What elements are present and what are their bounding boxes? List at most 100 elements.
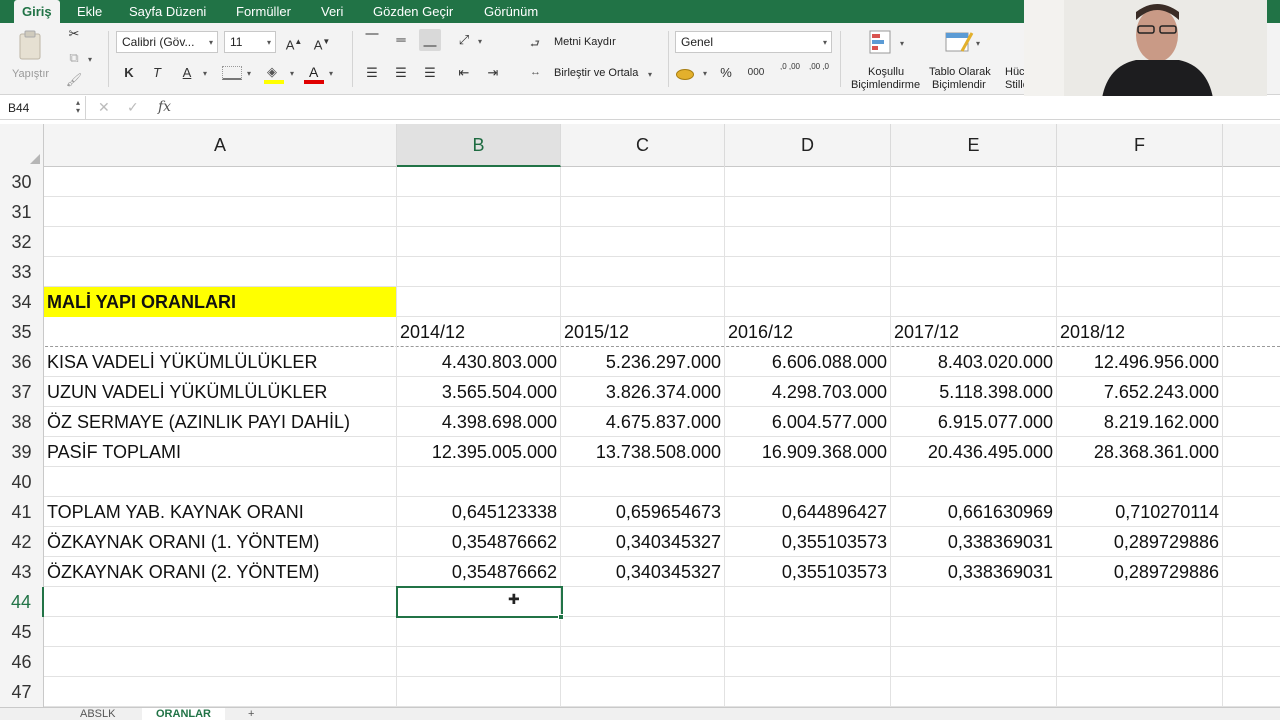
select-all-corner[interactable] xyxy=(0,124,44,167)
row-header[interactable]: 39 xyxy=(0,437,44,467)
cell-c39[interactable]: 13.738.508.000 xyxy=(561,437,725,467)
enter-icon[interactable]: ✓ xyxy=(127,99,139,116)
cell-f39[interactable]: 28.368.361.000 xyxy=(1057,437,1223,467)
cell-d43[interactable]: 0,355103573 xyxy=(725,557,891,587)
cell-d37[interactable]: 4.298.703.000 xyxy=(725,377,891,407)
cell-c41[interactable]: 0,659654673 xyxy=(561,497,725,527)
row-header[interactable]: 42 xyxy=(0,527,44,557)
column-header-a[interactable]: A xyxy=(44,124,397,167)
cell-f38[interactable]: 8.219.162.000 xyxy=(1057,407,1223,437)
cell-e40[interactable] xyxy=(891,467,1057,497)
cancel-icon[interactable]: ✕ xyxy=(98,99,110,116)
cell-d47[interactable] xyxy=(725,677,891,707)
cell-a46[interactable] xyxy=(44,647,397,677)
tab-review[interactable]: Gözden Geçir xyxy=(373,0,453,23)
cell-b30[interactable] xyxy=(397,167,561,197)
cell-a33[interactable] xyxy=(44,257,397,287)
copy-caret-icon[interactable]: ▾ xyxy=(88,55,92,64)
cell-a34[interactable]: MALİ YAPI ORANLARI xyxy=(44,287,397,317)
cell-c34[interactable] xyxy=(561,287,725,317)
cell-c40[interactable] xyxy=(561,467,725,497)
formula-input[interactable] xyxy=(184,96,1264,120)
sheet-tab-abslk[interactable]: ABSLK xyxy=(80,708,115,720)
tab-insert[interactable]: Ekle xyxy=(77,0,102,23)
row-header[interactable]: 35 xyxy=(0,317,44,347)
cell-e36[interactable]: 8.403.020.000 xyxy=(891,347,1057,377)
cell-a32[interactable] xyxy=(44,227,397,257)
cell-b36[interactable]: 4.430.803.000 xyxy=(397,347,561,377)
cell-f46[interactable] xyxy=(1057,647,1223,677)
name-box[interactable]: B44 ▴ ▾ xyxy=(0,96,86,120)
cell-a44[interactable] xyxy=(44,587,397,617)
fill-handle[interactable] xyxy=(558,614,564,620)
cell-f37[interactable]: 7.652.243.000 xyxy=(1057,377,1223,407)
align-bottom-icon[interactable]: ⎽ xyxy=(419,29,441,51)
cell-e44[interactable] xyxy=(891,587,1057,617)
cell-b42[interactable]: 0,354876662 xyxy=(397,527,561,557)
cell-e46[interactable] xyxy=(891,647,1057,677)
bold-button[interactable]: K xyxy=(118,62,140,84)
decrease-decimal-button[interactable]: ,00 ,0 xyxy=(806,62,832,84)
currency-caret-icon[interactable]: ▾ xyxy=(703,69,707,78)
cell-a38[interactable]: ÖZ SERMAYE (AZINLIK PAYI DAHİL) xyxy=(44,407,397,437)
font-size-select[interactable]: 11 ▾ xyxy=(224,31,276,53)
cell-e32[interactable] xyxy=(891,227,1057,257)
align-right-icon[interactable]: ☰ xyxy=(419,62,441,84)
increase-indent-icon[interactable]: ⇥ xyxy=(482,62,504,84)
cell-a36[interactable]: KISA VADELİ YÜKÜMLÜLÜKLER xyxy=(44,347,397,377)
merge-center-button[interactable]: ↔ Birleştir ve Ortala ▾ xyxy=(530,62,660,84)
row-header[interactable]: 43 xyxy=(0,557,44,587)
cell-c33[interactable] xyxy=(561,257,725,287)
cell-c44[interactable] xyxy=(561,587,725,617)
cell-f34[interactable] xyxy=(1057,287,1223,317)
add-sheet-button[interactable]: + xyxy=(248,708,254,720)
cell-a37[interactable]: UZUN VADELİ YÜKÜMLÜLÜKLER xyxy=(44,377,397,407)
cell-f30[interactable] xyxy=(1057,167,1223,197)
cell-f36[interactable]: 12.496.956.000 xyxy=(1057,347,1223,377)
italic-button[interactable]: T xyxy=(146,62,168,84)
row-header[interactable]: 44 xyxy=(0,587,44,617)
tab-formulas[interactable]: Formüller xyxy=(236,0,291,23)
cell-b35[interactable]: 2014/12 xyxy=(397,317,561,347)
cell-d36[interactable]: 6.606.088.000 xyxy=(725,347,891,377)
row-header[interactable]: 30 xyxy=(0,167,44,197)
percent-button[interactable]: % xyxy=(715,62,737,84)
row-header[interactable]: 34 xyxy=(0,287,44,317)
cell-f41[interactable]: 0,710270114 xyxy=(1057,497,1223,527)
tab-view[interactable]: Görünüm xyxy=(484,0,538,23)
cell-c47[interactable] xyxy=(561,677,725,707)
cell-c31[interactable] xyxy=(561,197,725,227)
cell-a30[interactable] xyxy=(44,167,397,197)
cell-e37[interactable]: 5.118.398.000 xyxy=(891,377,1057,407)
align-middle-icon[interactable]: ═ xyxy=(390,29,412,51)
cell-d44[interactable] xyxy=(725,587,891,617)
insert-function-icon[interactable]: fx xyxy=(158,99,171,115)
cell-c32[interactable] xyxy=(561,227,725,257)
tab-data[interactable]: Veri xyxy=(321,0,343,23)
font-color-icon[interactable]: A xyxy=(304,64,324,84)
cell-d33[interactable] xyxy=(725,257,891,287)
cell-b46[interactable] xyxy=(397,647,561,677)
paste-button[interactable]: Yapıştır xyxy=(8,27,54,87)
format-as-table-button[interactable]: ▾ Tablo Olarak Biçimlendir xyxy=(926,29,996,91)
row-header[interactable]: 37 xyxy=(0,377,44,407)
cell-f40[interactable] xyxy=(1057,467,1223,497)
cell-d40[interactable] xyxy=(725,467,891,497)
cell-d42[interactable]: 0,355103573 xyxy=(725,527,891,557)
font-name-select[interactable]: Calibri (Göv... ▾ xyxy=(116,31,218,53)
cell-d35[interactable]: 2016/12 xyxy=(725,317,891,347)
cell-d34[interactable] xyxy=(725,287,891,317)
cell-e39[interactable]: 20.436.495.000 xyxy=(891,437,1057,467)
cell-a35[interactable] xyxy=(44,317,397,347)
row-header[interactable]: 36 xyxy=(0,347,44,377)
row-header[interactable]: 33 xyxy=(0,257,44,287)
cell-e30[interactable] xyxy=(891,167,1057,197)
cell-a43[interactable]: ÖZKAYNAK ORANI (2. YÖNTEM) xyxy=(44,557,397,587)
cell-a42[interactable]: ÖZKAYNAK ORANI (1. YÖNTEM) xyxy=(44,527,397,557)
row-header[interactable]: 47 xyxy=(0,677,44,707)
cell-f45[interactable] xyxy=(1057,617,1223,647)
cell-b47[interactable] xyxy=(397,677,561,707)
cut-icon[interactable]: ✂ xyxy=(63,23,85,45)
cell-a39[interactable]: PASİF TOPLAMI xyxy=(44,437,397,467)
cell-a31[interactable] xyxy=(44,197,397,227)
